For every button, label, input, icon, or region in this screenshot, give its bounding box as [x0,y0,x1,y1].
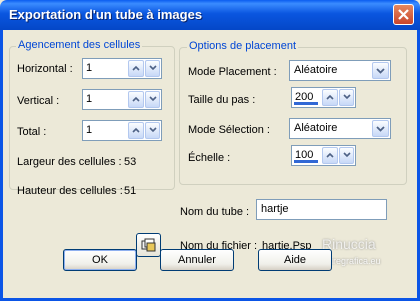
scale-spin-buttons[interactable] [322,147,354,164]
chevron-down-icon [342,152,351,158]
vertical-value: 1 [86,93,93,105]
spin-down-button[interactable] [338,89,354,106]
close-icon [398,9,409,20]
spin-down-button[interactable] [144,122,160,139]
chevron-down-icon [148,96,157,102]
ok-button[interactable]: OK [63,249,137,271]
step-size-spin-buttons[interactable] [322,89,354,106]
spin-down-button[interactable] [338,147,354,164]
scale-label: Échelle : [188,152,231,164]
vertical-spin-buttons[interactable] [128,91,160,108]
dropdown-button[interactable] [372,120,389,137]
step-size-slider-bar[interactable] [294,102,318,105]
total-spin-buttons[interactable] [128,122,160,139]
total-spinner[interactable]: 1 [82,120,162,141]
chevron-down-icon [376,126,385,132]
spin-up-button[interactable] [322,147,338,164]
chevron-down-icon [376,68,385,74]
cell-width-value: 53 [124,156,137,168]
tube-name-value: hartje [261,203,289,215]
scale-spinner[interactable]: 100 [291,145,356,166]
cell-height-value: 51 [124,185,137,197]
folder-browse-icon [141,238,156,252]
close-button[interactable] [393,4,414,25]
window-title: Exportation d'un tube à images [9,7,203,22]
spin-down-button[interactable] [144,91,160,108]
cell-width-label: Largeur des cellules : [17,156,122,168]
mode-placement-label: Mode Placement : [188,66,277,78]
mode-selection-select[interactable]: Aléatoire [289,118,391,139]
vertical-label: Vertical : [17,95,60,107]
chevron-up-icon [132,65,140,71]
help-button[interactable]: Aide [258,249,332,271]
dropdown-button[interactable] [372,62,389,79]
chevron-down-icon [342,94,351,100]
mode-placement-select[interactable]: Aléatoire [289,60,391,81]
chevron-down-icon [148,65,157,71]
scale-slider-bar[interactable] [294,160,318,163]
cell-height-label: Hauteur des cellules : [17,185,123,197]
step-size-label: Taille du pas : [188,94,256,106]
chevron-up-icon [132,96,140,102]
spin-up-button[interactable] [322,89,338,106]
horizontal-value: 1 [86,62,93,74]
title-bar: Exportation d'un tube à images [0,0,420,30]
placement-legend: Options de placement [187,40,299,52]
cell-layout-legend: Agencement des cellules [16,39,143,51]
mode-placement-value: Aléatoire [294,64,338,76]
mode-selection-value: Aléatoire [294,122,338,134]
chevron-up-icon [132,127,140,133]
horizontal-spinner[interactable]: 1 [82,58,162,79]
mode-selection-label: Mode Sélection : [188,124,270,136]
total-value: 1 [86,124,93,136]
chevron-up-icon [326,94,334,100]
cancel-button[interactable]: Annuler [160,249,234,271]
chevron-down-icon [148,127,157,133]
vertical-spinner[interactable]: 1 [82,89,162,110]
tube-name-input[interactable]: hartje [256,199,387,220]
spin-down-button[interactable] [144,60,160,77]
chevron-up-icon [326,152,334,158]
spin-up-button[interactable] [128,122,144,139]
step-size-spinner[interactable]: 200 [291,87,356,108]
horizontal-spin-buttons[interactable] [128,60,160,77]
browse-file-button[interactable] [136,233,161,257]
horizontal-label: Horizontal : [17,63,73,75]
spin-up-button[interactable] [128,60,144,77]
window-frame-left [0,30,3,301]
spin-up-button[interactable] [128,91,144,108]
tube-name-label: Nom du tube : [180,206,250,218]
total-label: Total : [17,126,47,138]
